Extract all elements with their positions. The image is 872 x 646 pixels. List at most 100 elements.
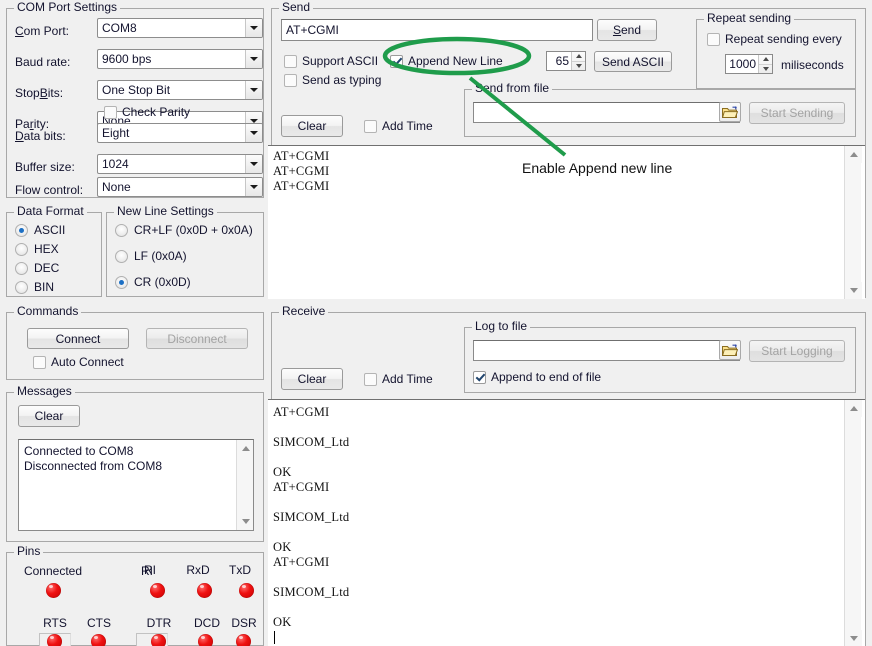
receive-add-time-checkbox[interactable]: Add Time xyxy=(364,372,433,386)
commands-group: Commands Connect Disconnect Auto Connect xyxy=(6,312,264,380)
chevron-down-icon[interactable] xyxy=(245,155,262,173)
commands-title: Commands xyxy=(14,305,81,317)
receive-add-time-label: Add Time xyxy=(382,372,433,386)
chevron-down-icon[interactable] xyxy=(245,124,262,142)
radio-dec[interactable]: DEC xyxy=(15,261,59,275)
checkbox-box xyxy=(364,120,377,133)
log-file-path-input[interactable] xyxy=(473,340,740,361)
append-new-line-label: Append New Line xyxy=(408,54,503,68)
radio-lf[interactable]: LF (0x0A) xyxy=(115,249,187,263)
pin-led-cts xyxy=(91,634,106,646)
pin-label-ri-top: RI xyxy=(138,563,162,577)
spinner-down-icon[interactable] xyxy=(572,61,585,71)
repeat-sending-label: Repeat sending every xyxy=(725,32,842,46)
repeat-interval-spinner[interactable]: 1000 xyxy=(725,54,773,74)
check-parity-label: Check Parity xyxy=(122,105,190,119)
repeat-sending-checkbox[interactable]: Repeat sending every xyxy=(707,32,842,46)
scroll-down-icon[interactable] xyxy=(845,630,862,646)
chevron-down-icon[interactable] xyxy=(245,50,262,68)
start-sending-button[interactable]: Start Sending xyxy=(749,102,845,124)
pin-label-connected: Connected xyxy=(13,564,93,578)
pin-label-dtr: DTR xyxy=(141,616,177,630)
com-port-settings-group: COM Port Settings Com Port: COM8 Baud ra… xyxy=(6,8,264,198)
ascii-code-spinner[interactable]: 65 xyxy=(546,51,586,71)
send-log-scrollbar[interactable] xyxy=(844,146,861,299)
flow-control-select[interactable]: None xyxy=(97,177,263,197)
pin-label-cts: CTS xyxy=(81,616,117,630)
send-add-time-checkbox[interactable]: Add Time xyxy=(364,119,433,133)
send-clear-button[interactable]: Clear xyxy=(281,115,343,137)
repeat-sending-group: Repeat sending Repeat sending every 1000… xyxy=(696,19,856,89)
receive-log[interactable]: AT+CGMI SIMCOM_Ltd OK AT+CGMI SIMCOM_Ltd… xyxy=(268,399,865,646)
radio-ascii-label: ASCII xyxy=(34,223,65,237)
folder-open-icon[interactable] xyxy=(719,102,741,122)
radio-crlf-label: CR+LF (0x0D + 0x0A) xyxy=(134,223,253,237)
append-to-end-of-file-checkbox[interactable]: Append to end of file xyxy=(473,370,601,384)
pin-led-dtr xyxy=(151,634,166,646)
append-new-line-checkbox[interactable]: Append New Line xyxy=(390,54,503,68)
scroll-down-icon[interactable] xyxy=(845,282,862,299)
receive-log-scrollbar[interactable] xyxy=(844,400,861,646)
pin-led-ri xyxy=(150,583,165,598)
spinner-up-icon[interactable] xyxy=(759,55,772,64)
checkbox-box xyxy=(473,371,486,384)
buffer-size-select[interactable]: 1024 xyxy=(97,154,263,174)
radio-dot xyxy=(15,224,28,237)
scroll-up-icon[interactable] xyxy=(237,440,254,457)
radio-cr[interactable]: CR (0x0D) xyxy=(115,275,191,289)
messages-clear-button[interactable]: Clear xyxy=(18,405,80,427)
pin-label-dcd: DCD xyxy=(189,616,225,630)
support-ascii-checkbox[interactable]: Support ASCII xyxy=(284,54,378,68)
baud-rate-select[interactable]: 9600 bps xyxy=(97,49,263,69)
chevron-down-icon[interactable] xyxy=(245,19,262,37)
send-command-input[interactable]: AT+CGMI xyxy=(281,19,593,41)
spinner-buttons[interactable] xyxy=(758,55,772,73)
disconnect-button[interactable]: Disconnect xyxy=(146,328,248,349)
scroll-up-icon[interactable] xyxy=(845,400,862,417)
radio-ascii[interactable]: ASCII xyxy=(15,223,65,237)
send-as-typing-label: Send as typing xyxy=(302,73,381,87)
radio-hex-label: HEX xyxy=(34,242,59,256)
data-bits-select[interactable]: Eight xyxy=(97,123,263,143)
messages-title: Messages xyxy=(14,385,75,397)
receive-clear-button[interactable]: Clear xyxy=(281,368,343,390)
com-port-select[interactable]: COM8 xyxy=(97,18,263,38)
radio-bin[interactable]: BIN xyxy=(15,280,54,294)
spinner-buttons[interactable] xyxy=(571,52,585,70)
repeat-interval-value: 1000 xyxy=(726,55,758,73)
folder-open-icon[interactable] xyxy=(719,340,741,360)
spinner-down-icon[interactable] xyxy=(759,64,772,74)
radio-cr-label: CR (0x0D) xyxy=(134,275,191,289)
receive-title: Receive xyxy=(279,305,328,317)
send-group: Send AT+CGMI Send Support ASCII Append N… xyxy=(271,8,866,298)
scroll-down-icon[interactable] xyxy=(237,513,254,530)
chevron-down-icon[interactable] xyxy=(245,178,262,196)
stop-bits-select[interactable]: One Stop Bit xyxy=(97,80,263,100)
auto-connect-checkbox[interactable]: Auto Connect xyxy=(33,355,124,369)
check-parity-checkbox[interactable]: Check Parity xyxy=(104,105,190,119)
data-format-title: Data Format xyxy=(14,205,87,217)
send-as-typing-checkbox[interactable]: Send as typing xyxy=(284,73,381,87)
scroll-up-icon[interactable] xyxy=(845,146,862,163)
send-button[interactable]: Send xyxy=(597,19,657,41)
send-ascii-button[interactable]: Send ASCII xyxy=(594,51,672,72)
spinner-up-icon[interactable] xyxy=(572,52,585,61)
serial-terminal-window: COM Port Settings Com Port: COM8 Baud ra… xyxy=(0,0,872,646)
start-logging-button[interactable]: Start Logging xyxy=(749,340,845,362)
radio-hex[interactable]: HEX xyxy=(15,242,59,256)
buffer-size-label: Buffer size: xyxy=(15,157,75,177)
chevron-down-icon[interactable] xyxy=(245,81,262,99)
radio-crlf[interactable]: CR+LF (0x0D + 0x0A) xyxy=(115,223,253,237)
connect-button[interactable]: Connect xyxy=(27,328,129,349)
pin-led-rxd xyxy=(197,583,212,598)
send-button-label: Send xyxy=(613,23,641,37)
messages-log[interactable]: Connected to COM8 Disconnected from COM8 xyxy=(18,439,254,531)
data-format-group: Data Format ASCII HEX DEC BIN xyxy=(6,212,102,297)
checkbox-box xyxy=(364,373,377,386)
send-file-path-input[interactable] xyxy=(473,102,740,123)
radio-lf-label: LF (0x0A) xyxy=(134,249,187,263)
radio-dot xyxy=(15,243,28,256)
checkbox-box xyxy=(284,74,297,87)
log-to-file-group: Log to file Start Logging Append to end … xyxy=(464,327,856,393)
messages-scrollbar[interactable] xyxy=(236,440,253,530)
